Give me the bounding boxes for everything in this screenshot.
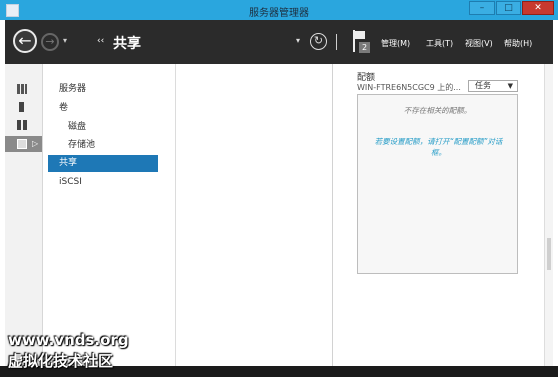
sidebar-item-disks[interactable]: 磁盘 <box>48 119 158 136</box>
rail-dashboard[interactable] <box>5 81 42 97</box>
shares-content-area <box>176 64 332 366</box>
scrollbar-thumb[interactable] <box>547 238 551 270</box>
menu-help[interactable]: 帮助(H) <box>504 38 532 49</box>
icon-rail: ▷ <box>5 64 43 366</box>
local-server-icon <box>19 102 24 112</box>
maximize-button[interactable]: □ <box>496 1 521 15</box>
tasks-label: 任务 <box>475 81 491 90</box>
dashboard-icon <box>17 84 27 94</box>
breadcrumb-dropdown-icon[interactable]: ▾ <box>296 36 300 45</box>
history-dropdown-icon[interactable]: ▾ <box>63 36 67 45</box>
file-services-icon <box>17 139 27 149</box>
expand-arrow-icon: ▷ <box>32 139 39 148</box>
watermark-name: 虚拟化技术社区 <box>8 352 114 370</box>
refresh-icon[interactable]: ↻ <box>310 33 327 50</box>
sidebar-item-shares[interactable]: 共享 <box>48 155 158 172</box>
chevron-down-icon: ▼ <box>507 82 513 90</box>
forward-button[interactable]: → <box>41 33 59 51</box>
breadcrumb: 共享 <box>113 36 141 52</box>
minimize-button[interactable]: – <box>469 1 495 15</box>
tasks-dropdown[interactable]: 任务 ▼ <box>468 80 518 92</box>
close-button[interactable]: ✕ <box>522 1 554 15</box>
quota-subtitle: WIN-FTRE6N5CGC9 上的... <box>357 83 461 92</box>
sidebar-item-volumes[interactable]: 卷 <box>48 100 158 117</box>
menu-manage[interactable]: 管理(M) <box>381 38 410 49</box>
sidebar-item-iscsi[interactable]: iSCSI <box>48 174 158 191</box>
menu-tools[interactable]: 工具(T) <box>426 38 453 49</box>
menu-view[interactable]: 视图(V) <box>465 38 493 49</box>
vertical-scrollbar[interactable] <box>544 64 553 366</box>
quota-panel: 配额 WIN-FTRE6N5CGC9 上的... 任务 ▼ 不存在相关的配额。 … <box>332 64 544 366</box>
sidebar: 服务器 卷 磁盘 存储池 共享 iSCSI <box>43 64 176 366</box>
rail-local-server[interactable] <box>5 99 42 115</box>
toolbar: ← → ▾ ‹‹ 共享 ▾ ↻ 2 管理(M) 工具(T) 视图(V) 帮助(H… <box>5 20 553 64</box>
configure-quota-link[interactable]: 若要设置配额，请打开“配置配额”对话框。 <box>370 136 507 158</box>
rail-file-services[interactable]: ▷ <box>5 136 42 152</box>
sidebar-item-storage-pools[interactable]: 存储池 <box>48 137 158 154</box>
notifications-flag-icon[interactable]: 2 <box>351 30 371 54</box>
toolbar-divider <box>336 34 337 50</box>
sidebar-item-servers[interactable]: 服务器 <box>48 81 158 98</box>
all-servers-icon <box>17 120 27 130</box>
empty-message: 不存在相关的配额。 <box>403 106 472 115</box>
quota-list-box: 不存在相关的配额。 若要设置配额，请打开“配置配额”对话框。 <box>357 94 518 274</box>
breadcrumb-arrows-icon: ‹‹ <box>97 36 105 46</box>
notification-count-badge: 2 <box>359 42 370 53</box>
back-button[interactable]: ← <box>13 29 37 53</box>
title-bar: 服务器管理器 – □ ✕ <box>0 0 558 20</box>
rail-all-servers[interactable] <box>5 117 42 133</box>
watermark-url: www.vnds.org <box>8 331 129 349</box>
